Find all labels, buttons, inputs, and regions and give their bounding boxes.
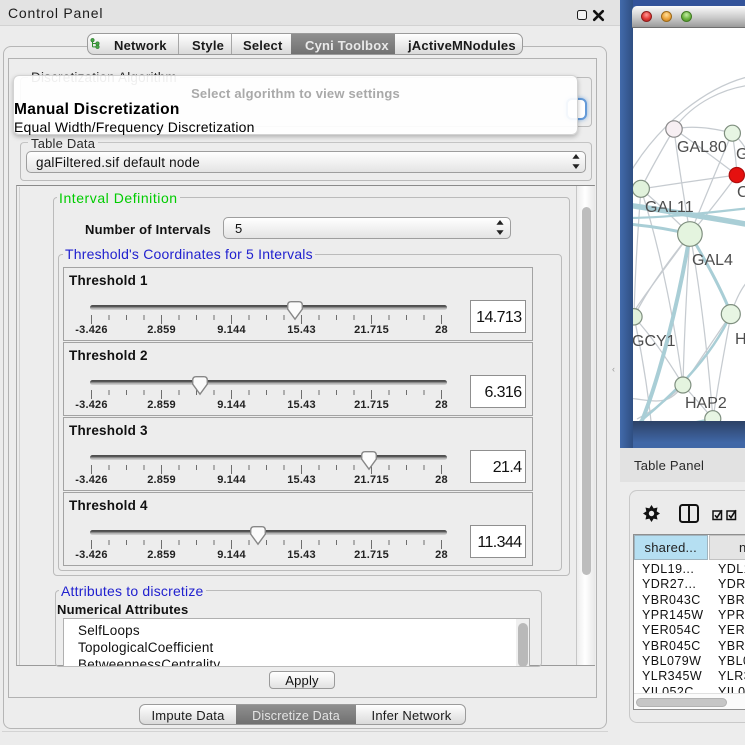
svg-text:H: H [735,331,745,348]
svg-text:GAL4: GAL4 [692,252,733,269]
svg-text:GA: GA [736,146,745,163]
svg-text:GCY1: GCY1 [633,333,676,350]
svg-text:GAL80: GAL80 [677,139,727,156]
svg-text:C: C [737,184,745,201]
svg-text:GAL11: GAL11 [645,199,694,216]
svg-text:HAP2: HAP2 [685,395,727,412]
